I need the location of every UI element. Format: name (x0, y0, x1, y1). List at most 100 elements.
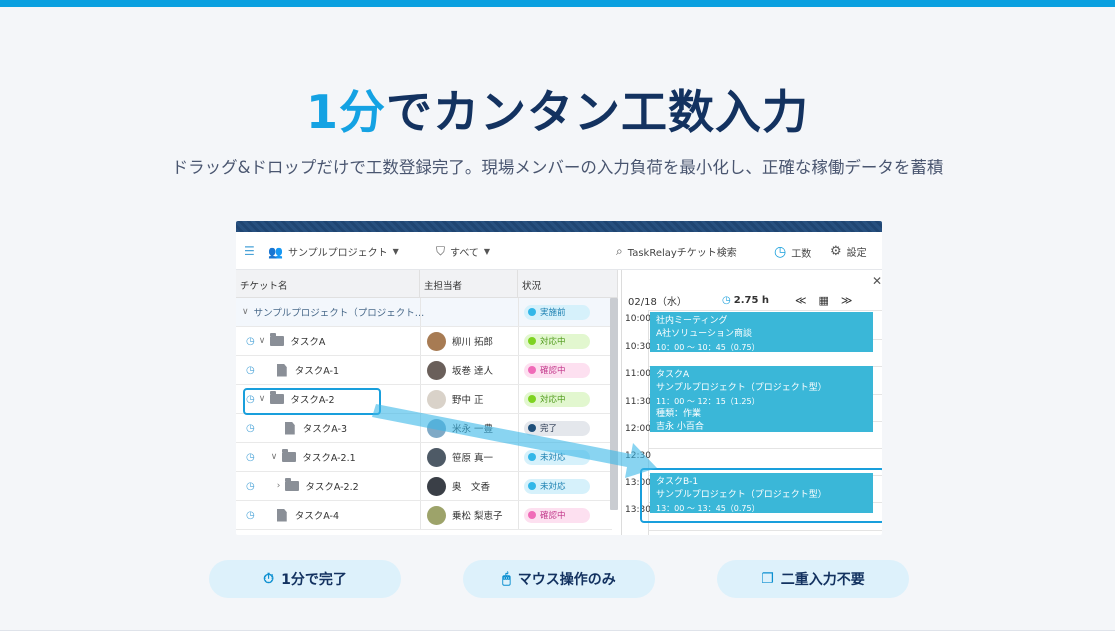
clock-icon[interactable]: ◷ (246, 365, 255, 376)
time-label: 12:00 (625, 424, 651, 434)
avatar (427, 505, 446, 525)
status-badge[interactable]: 実施前 (524, 304, 590, 320)
assignee-name: 米永 一豊 (452, 424, 494, 435)
caret-down-icon: ▼ (483, 247, 491, 256)
previous-icon[interactable]: ≪ (795, 294, 807, 307)
settings-button[interactable]: ⚙ 設定 (830, 244, 867, 259)
avatar (427, 418, 446, 438)
page-headline: 1分でカンタン工数入力 (0, 76, 1115, 142)
avatar (427, 360, 446, 380)
app-screenshot: ☰ 👥 サンプルプロジェクト ▼ ⛉ すべて ▼ ⌕ TaskRelayチケット… (236, 221, 882, 535)
chevron-right-icon[interactable]: › (277, 481, 281, 491)
close-icon[interactable]: ✕ (872, 274, 882, 288)
status-badge[interactable]: 確認中 (524, 507, 590, 523)
calendar-panel: ✕ 02/18（水） ◷ 2.75 h ≪ ▦ ≫ 10:00 10:30 11:… (621, 270, 882, 535)
avatar (427, 476, 446, 496)
document-icon (276, 363, 287, 377)
assignee-name: 乗松 梨恵子 (452, 511, 503, 522)
calendar-event[interactable]: 社内ミーティング A社ソリューション商談 10：00 〜 10：45（0.75） (650, 312, 873, 352)
table-row[interactable]: ◷ ∨ タスクA 柳川 拓郎 対応中 (236, 327, 612, 356)
clock-icon[interactable]: ◷ (246, 452, 255, 463)
status-badge[interactable]: 確認中 (524, 362, 590, 378)
folder-icon (282, 449, 297, 462)
clock-icon: ◷ (774, 244, 787, 260)
project-selector[interactable]: 👥 サンプルプロジェクト ▼ (268, 244, 399, 260)
headline-rest: でカンタン工数入力 (386, 85, 809, 139)
calendar-event[interactable]: タスクA サンプルプロジェクト（プロジェクト型） 11：00 〜 12：15（1… (650, 366, 873, 432)
feature-pill-no-double-entry: ❐ 二重入力不要 (717, 560, 909, 598)
avatar (427, 447, 446, 467)
feature-pill-one-minute: ⏱ 1分で完了 (209, 560, 401, 598)
avatar (427, 389, 446, 409)
filter-selector[interactable]: ⛉ すべて ▼ (436, 244, 490, 259)
chevron-down-icon[interactable]: ∨ (271, 452, 278, 462)
ticket-search[interactable]: ⌕ TaskRelayチケット検索 (616, 244, 737, 259)
document-icon (284, 421, 295, 435)
table-row[interactable]: ◷ タスクA-1 坂巻 達人 確認中 (236, 356, 612, 385)
gear-icon: ⚙ (830, 244, 842, 259)
people-icon: 👥 (268, 244, 283, 259)
status-badge[interactable]: 対応中 (524, 333, 590, 349)
assignee-name: 笹原 真一 (452, 453, 494, 464)
next-icon[interactable]: ≫ (841, 294, 853, 307)
ticket-name: タスクA-2.2 (305, 482, 359, 493)
calendar-header: 02/18（水） ◷ 2.75 h ≪ ▦ ≫ (622, 290, 882, 310)
settings-label: 設定 (846, 248, 867, 259)
status-badge[interactable]: 未対応 (524, 449, 590, 465)
filter-selector-label: すべて (450, 248, 479, 259)
column-header-ticket[interactable]: チケット名 (236, 270, 420, 298)
time-label: 10:00 (625, 314, 651, 324)
ticket-name: タスクA-2.1 (302, 453, 356, 464)
app-header-strip (236, 221, 882, 232)
avatar (427, 331, 446, 351)
ticket-name: サンプルプロジェクト（プロジェクト… (253, 308, 425, 319)
calendar-date: 02/18（水） (628, 296, 687, 308)
ticket-name: タスクA (290, 337, 326, 348)
clock-icon[interactable]: ◷ (246, 336, 255, 347)
column-header-status[interactable]: 状況 (518, 270, 618, 298)
feature-pill-mouse-only: 🖱 マウス操作のみ (463, 560, 655, 598)
table-row[interactable]: ◷ ∨ タスクA-2.1 笹原 真一 未対応 (236, 443, 612, 472)
ticket-name: タスクA-1 (294, 366, 339, 377)
stopwatch-icon: ⏱ (263, 571, 275, 587)
project-selector-label: サンプルプロジェクト (287, 248, 388, 259)
drag-source-highlight (243, 388, 381, 415)
table-row[interactable]: ◷ タスクA-4 乗松 梨恵子 確認中 (236, 501, 612, 530)
clock-icon[interactable]: ◷ (246, 423, 255, 434)
copy-icon: ❐ (761, 571, 774, 587)
chevron-down-icon[interactable]: ∨ (259, 336, 266, 346)
ticket-search-placeholder: TaskRelayチケット検索 (627, 248, 737, 259)
calendar-icon[interactable]: ▦ (819, 294, 829, 307)
total-hours: 2.75 h (733, 294, 770, 306)
sidebar-toggle-icon[interactable]: ☰ (244, 244, 255, 258)
top-accent-bar (0, 0, 1115, 7)
ticket-name: タスクA-4 (294, 511, 339, 522)
table-row[interactable]: ∨ サンプルプロジェクト（プロジェクト… 実施前 (236, 298, 612, 327)
status-badge[interactable]: 対応中 (524, 391, 590, 407)
clock-icon[interactable]: ◷ (246, 510, 255, 521)
chevron-down-icon[interactable]: ∨ (242, 307, 249, 317)
assignee-name: 柳川 拓郎 (452, 337, 494, 348)
filter-icon: ⛉ (436, 244, 446, 258)
time-label: 11:00 (625, 369, 651, 379)
clock-icon[interactable]: ◷ (246, 481, 255, 492)
headline-accent: 1分 (305, 85, 386, 139)
column-header-assignee[interactable]: 主担当者 (420, 270, 518, 298)
drop-target-highlight (640, 468, 882, 523)
search-icon: ⌕ (616, 244, 623, 258)
worklog-button[interactable]: ◷ 工数 (774, 244, 811, 260)
worklog-label: 工数 (791, 248, 812, 260)
folder-icon (285, 478, 300, 491)
assignee-name: 奥 文香 (452, 482, 491, 493)
table-row[interactable]: ◷ タスクA-3 米永 一豊 完了 (236, 414, 612, 443)
status-badge[interactable]: 完了 (524, 420, 590, 436)
status-badge[interactable]: 未対応 (524, 478, 590, 494)
folder-icon (270, 333, 285, 346)
clock-icon: ◷ (722, 294, 731, 306)
caret-down-icon: ▼ (392, 247, 399, 256)
grid-scrollbar[interactable] (610, 298, 618, 510)
document-icon (276, 508, 287, 522)
assignee-cell (420, 298, 518, 326)
table-row[interactable]: ◷ › タスクA-2.2 奥 文香 未対応 (236, 472, 612, 501)
page-subheadline: ドラッグ&ドロップだけで工数登録完了。現場メンバーの入力負荷を最小化し、正確な稼… (171, 158, 944, 177)
